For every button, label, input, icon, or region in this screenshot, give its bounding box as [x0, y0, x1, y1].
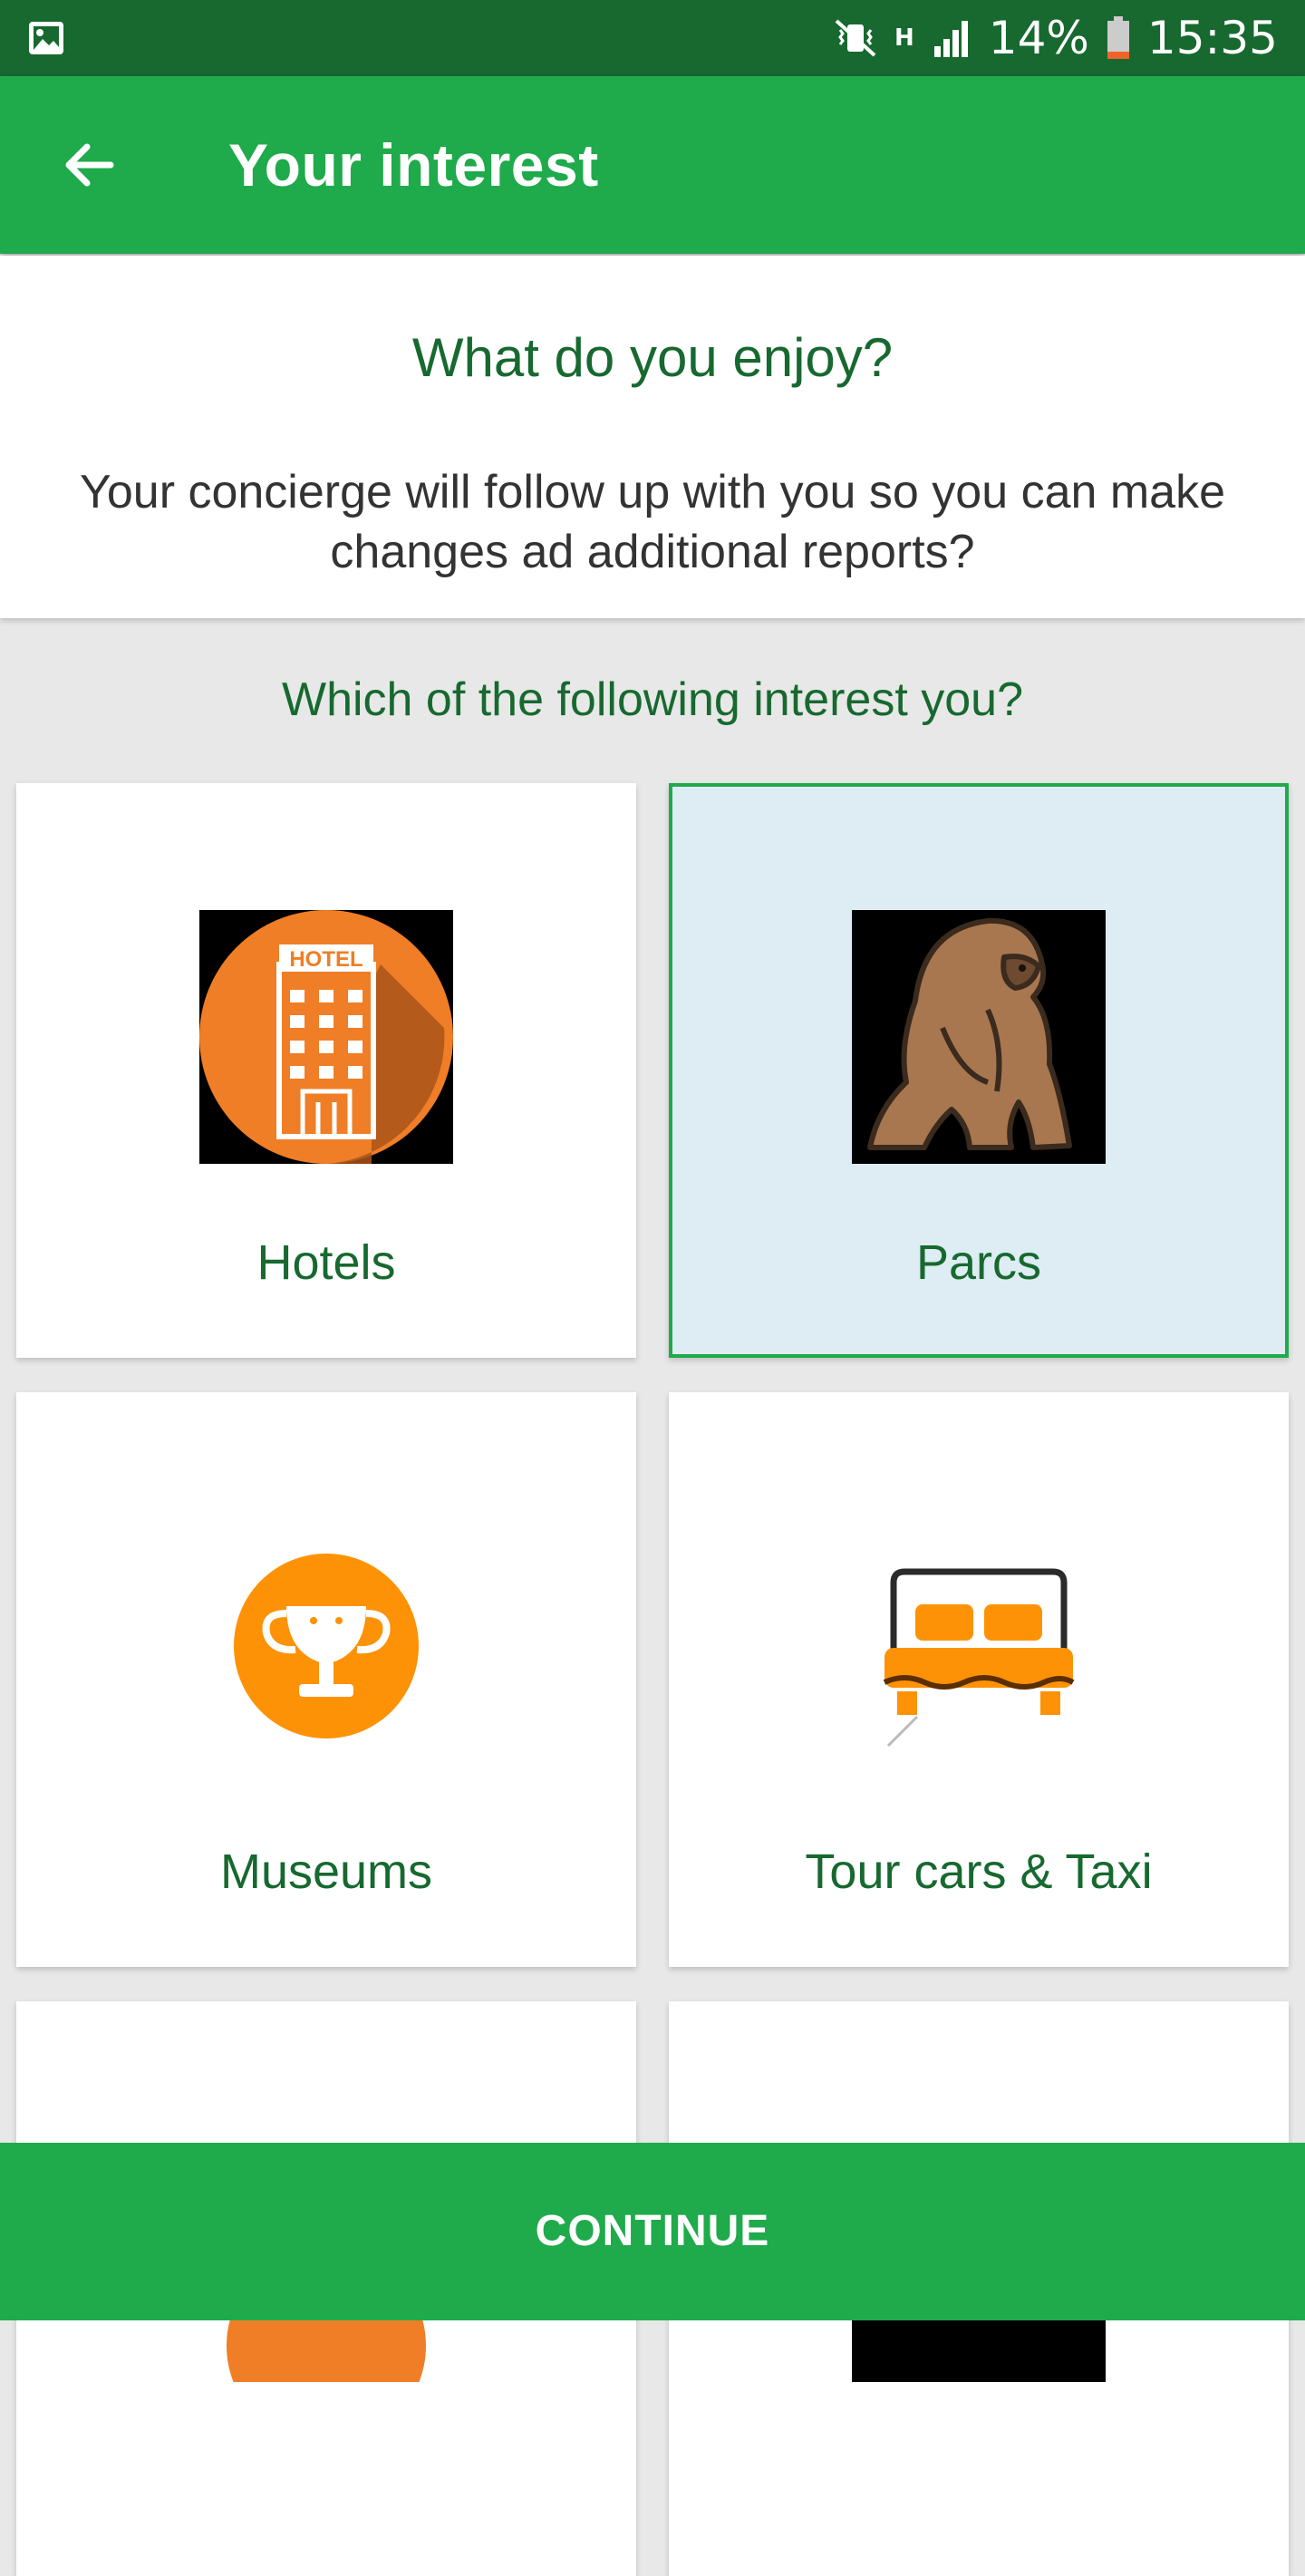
battery-percent: 14%: [988, 12, 1089, 64]
continue-button[interactable]: CONTINUE: [0, 2143, 1305, 2320]
interest-tile-hotels[interactable]: HOTEL Hotels: [16, 783, 636, 1358]
tile-label: Hotels: [256, 1235, 396, 1290]
interest-question: Which of the following interest you?: [282, 673, 1023, 726]
vibrate-mute-icon: [835, 19, 876, 57]
page-title: Your interest: [228, 131, 599, 199]
gorilla-icon: [852, 910, 1106, 1164]
intro-subtitle: Your concierge will follow up with you s…: [79, 466, 1226, 578]
signal-icon: [933, 21, 968, 57]
hotel-building-icon: HOTEL: [199, 910, 453, 1164]
intro-card: What do you enjoy? Your concierge will f…: [0, 256, 1305, 618]
status-bar: H 14% 15:35: [0, 0, 1305, 76]
bed-icon: [883, 1568, 1075, 1748]
battery-icon: [1107, 16, 1129, 59]
network-type-indicator: H: [894, 24, 914, 52]
app-bar: Your interest: [0, 76, 1305, 254]
interest-tile-tour-cars-taxi[interactable]: Tour cars & Taxi: [669, 1392, 1289, 1967]
back-button[interactable]: [44, 120, 134, 210]
tile-label: Museums: [219, 1845, 433, 1899]
interest-tile-parcs[interactable]: Parcs: [669, 783, 1289, 1358]
interest-tile-museums[interactable]: Museums: [16, 1392, 636, 1967]
arrow-back-icon: [65, 143, 114, 187]
image-notification-icon: [29, 22, 63, 54]
tile-label: Parcs: [915, 1235, 1042, 1290]
trophy-icon: [234, 1554, 419, 1738]
intro-title: What do you enjoy?: [411, 327, 894, 388]
hotel-sign-text: HOTEL: [289, 947, 362, 972]
tile-label: Tour cars & Taxi: [805, 1845, 1153, 1899]
clock: 15:35: [1146, 12, 1278, 64]
